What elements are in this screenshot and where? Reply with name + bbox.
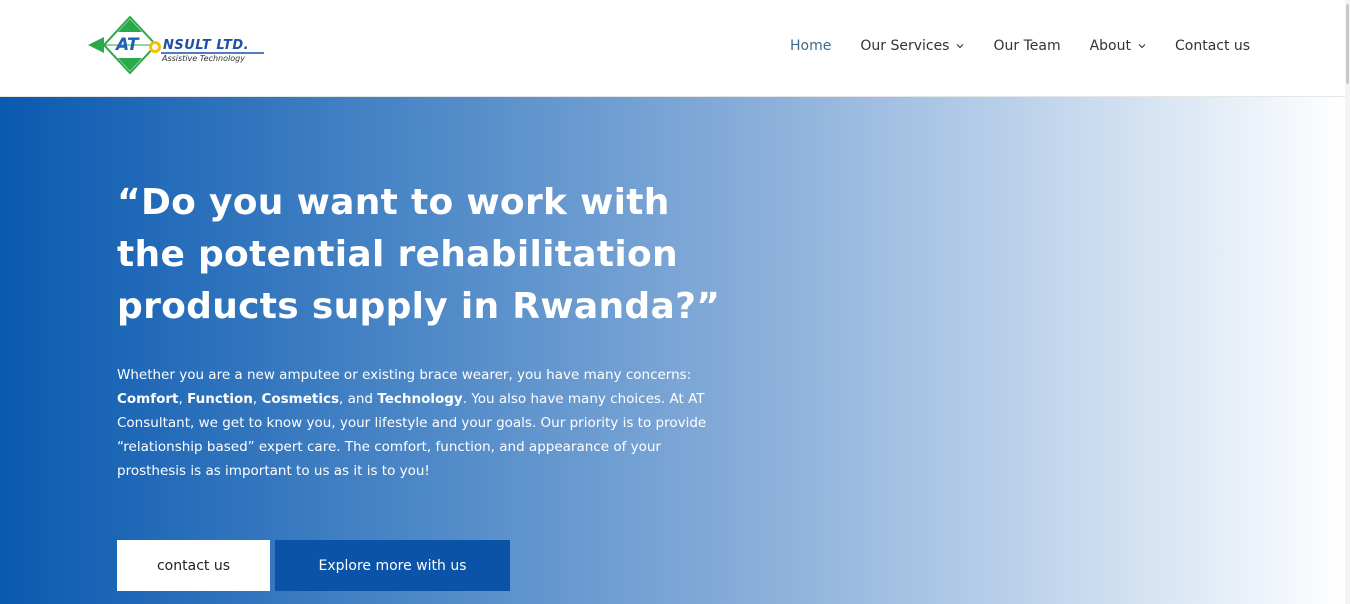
logo-name-text: NSULT LTD. — [163, 38, 250, 53]
explore-more-button[interactable]: Explore more with us — [275, 540, 510, 591]
nav-item-label: Home — [790, 38, 832, 54]
scrollbar-thumb[interactable] — [1346, 4, 1349, 84]
separator-text: , and — [339, 391, 378, 407]
hero-section: “Do you want to work with the potential … — [0, 97, 1345, 604]
nav-item-label: Our Services — [860, 38, 950, 54]
keyword-function: Function — [187, 391, 253, 407]
nav-item-label: About — [1089, 38, 1131, 54]
chevron-down-icon — [957, 44, 964, 49]
hero-title-line: “Do you want to work with — [117, 182, 670, 223]
hero-title-line: products supply in Rwanda?” — [117, 286, 721, 327]
nav-item-label: Our Team — [993, 38, 1061, 54]
nav-item-label: Contact us — [1175, 38, 1251, 54]
nav-item-our-services[interactable]: Our Services — [860, 38, 964, 54]
separator-text: , — [178, 391, 188, 407]
nav-item-contact-us[interactable]: Contact us — [1175, 38, 1250, 54]
nav-item-about[interactable]: About — [1090, 38, 1146, 54]
hero-para-intro: Whether you are a new amputee or existin… — [117, 367, 692, 383]
hero-title-line: the potential rehabilitation — [117, 234, 678, 275]
keyword-comfort: Comfort — [117, 391, 179, 407]
site-header: AT NSULT LTD. Assistive Technology Home … — [0, 0, 1350, 97]
hero-title: “Do you want to work with the potential … — [117, 177, 757, 333]
contact-us-button[interactable]: contact us — [117, 540, 270, 591]
chevron-down-icon — [1138, 44, 1146, 49]
logo-tagline: Assistive Technology — [162, 54, 245, 63]
nav-item-home[interactable]: Home — [790, 38, 831, 54]
logo-at-text: AT — [116, 35, 139, 55]
main-nav: Home Our Services Our Team About Contact… — [790, 36, 1250, 56]
keyword-technology: Technology — [377, 391, 463, 407]
company-logo[interactable]: AT NSULT LTD. Assistive Technology — [86, 15, 268, 75]
page-scrollbar[interactable] — [1345, 0, 1350, 604]
keyword-cosmetics: Cosmetics — [261, 391, 340, 407]
hero-description: Whether you are a new amputee or existin… — [117, 363, 727, 483]
nav-item-our-team[interactable]: Our Team — [993, 38, 1060, 54]
